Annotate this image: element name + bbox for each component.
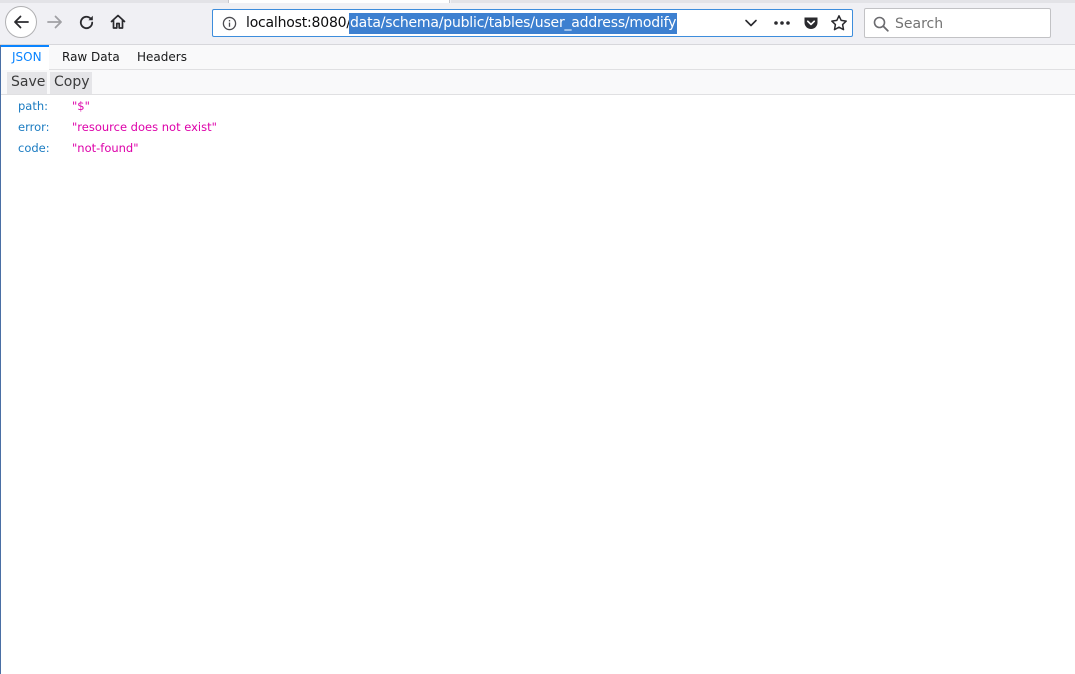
dropdown-chevron-icon[interactable] bbox=[744, 16, 758, 30]
viewer-toolbar: Save Copy bbox=[1, 70, 1075, 95]
info-icon[interactable] bbox=[222, 16, 237, 31]
back-arrow-icon bbox=[14, 15, 29, 29]
url-path-selected[interactable]: data/schema/public/tables/user_address/m… bbox=[349, 13, 678, 34]
tab-json[interactable]: JSON bbox=[1, 45, 49, 70]
search-bar[interactable] bbox=[864, 8, 1051, 38]
home-button[interactable] bbox=[103, 7, 133, 37]
json-value: "not-found" bbox=[72, 141, 139, 155]
bookmark-star-icon[interactable] bbox=[830, 14, 848, 32]
reload-icon bbox=[79, 15, 93, 29]
save-button[interactable]: Save bbox=[7, 72, 47, 94]
json-viewer: JSON Raw Data Headers Save Copy path: "$… bbox=[0, 45, 1075, 674]
forward-arrow-icon bbox=[47, 15, 62, 29]
address-bar[interactable]: localhost:8080/ data/schema/public/table… bbox=[212, 9, 853, 37]
forward-button[interactable] bbox=[40, 7, 70, 37]
tab-headers[interactable]: Headers bbox=[137, 45, 187, 69]
home-icon bbox=[110, 14, 126, 29]
search-input[interactable] bbox=[895, 14, 1045, 34]
back-button[interactable] bbox=[5, 6, 37, 38]
copy-button[interactable]: Copy bbox=[50, 72, 92, 94]
active-tab-edge[interactable] bbox=[228, 0, 450, 3]
json-key: path: bbox=[18, 99, 49, 113]
json-key: code: bbox=[18, 141, 50, 155]
more-dots-icon[interactable] bbox=[773, 16, 791, 30]
tab-strip bbox=[0, 0, 1075, 4]
json-value: "$" bbox=[72, 99, 90, 113]
url-host[interactable]: localhost:8080/ bbox=[246, 15, 351, 31]
pocket-icon[interactable] bbox=[803, 15, 819, 31]
reload-button[interactable] bbox=[71, 7, 101, 37]
search-icon bbox=[873, 16, 889, 32]
viewer-tabs: JSON Raw Data Headers bbox=[1, 45, 1075, 70]
browser-toolbar: localhost:8080/ data/schema/public/table… bbox=[0, 0, 1075, 45]
json-key: error: bbox=[18, 120, 50, 134]
tab-raw-data[interactable]: Raw Data bbox=[62, 45, 120, 69]
json-value: "resource does not exist" bbox=[72, 120, 217, 134]
